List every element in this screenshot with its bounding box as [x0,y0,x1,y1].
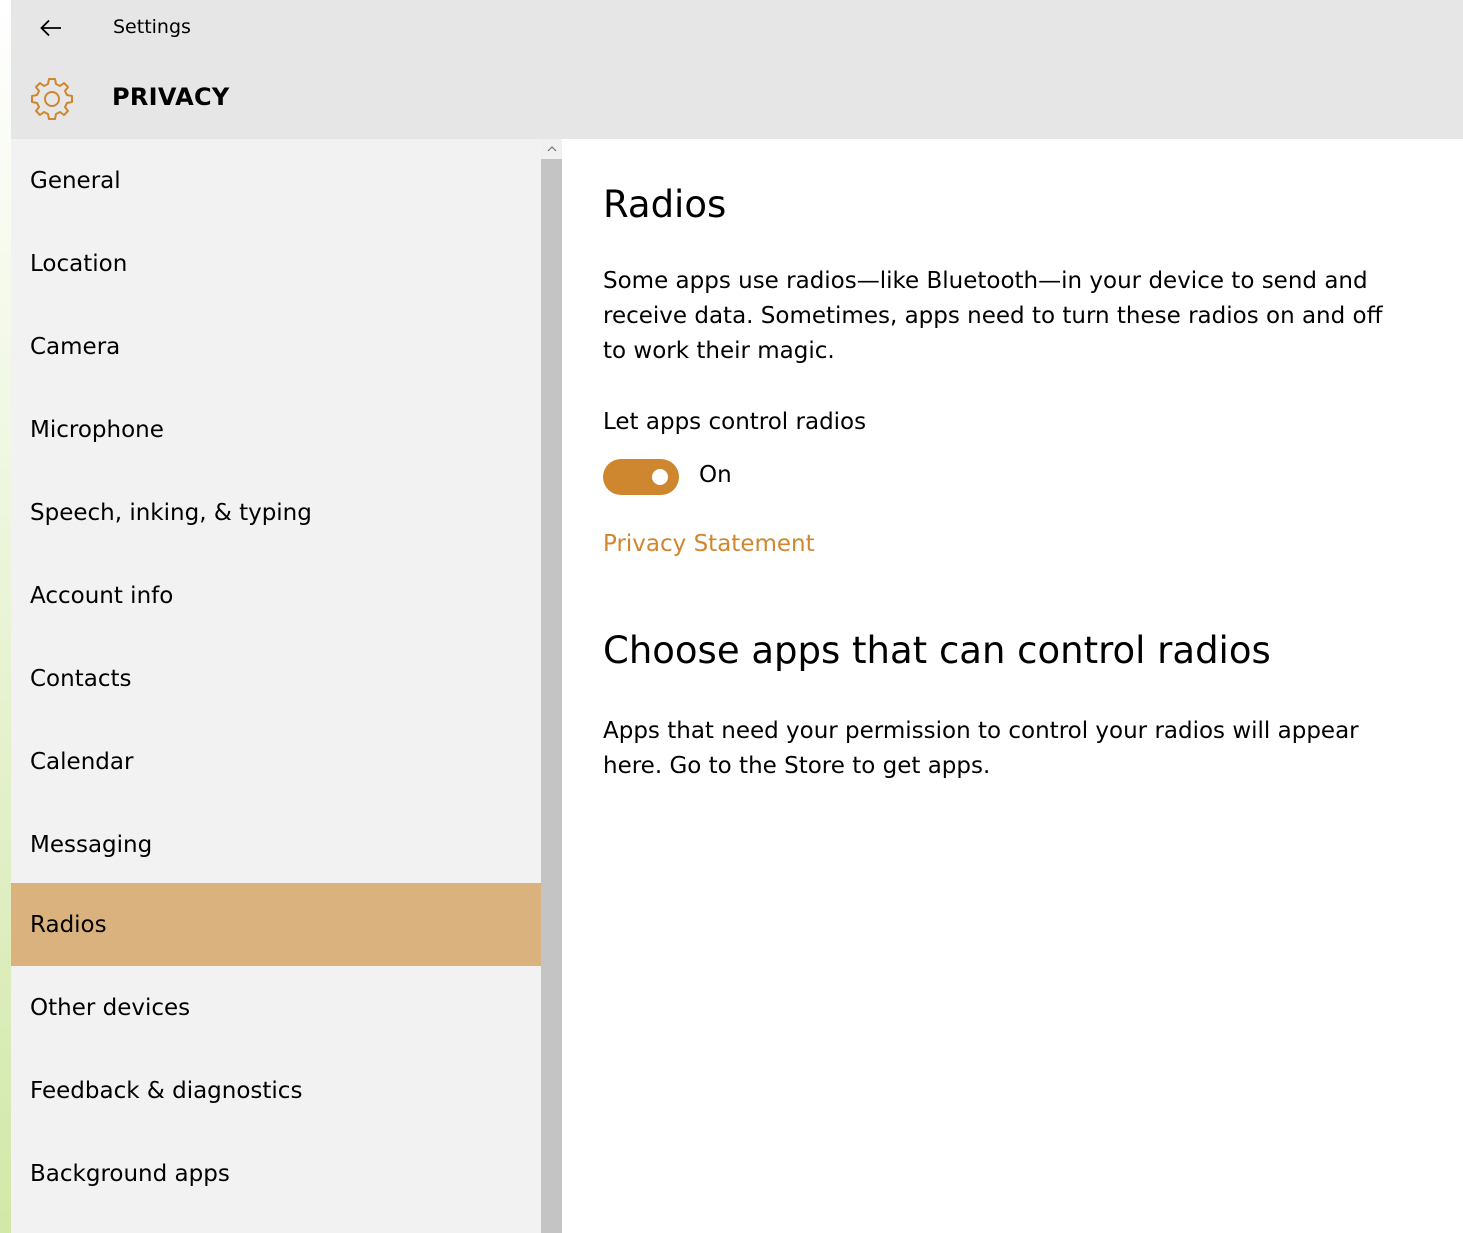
sidebar-item-radios[interactable]: Radios [11,883,541,966]
sidebar-item-general[interactable]: General [11,139,541,222]
sidebar-item-contacts[interactable]: Contacts [11,637,541,720]
sidebar-item-background-apps[interactable]: Background apps [11,1132,541,1215]
desktop-edge [0,0,11,1233]
sidebar-item-account-info[interactable]: Account info [11,554,541,637]
sidebar: General Location Camera Microphone Speec… [11,139,541,1233]
back-arrow-icon [40,19,61,37]
section-title: PRIVACY [112,83,230,111]
toggle-label: Let apps control radios [603,409,867,435]
app-title: Settings [113,16,191,38]
scroll-thumb[interactable] [541,159,562,1233]
radios-toggle[interactable] [603,459,679,495]
chevron-up-icon [547,146,556,152]
sidebar-scrollbar[interactable] [541,139,562,1233]
sidebar-item-camera[interactable]: Camera [11,305,541,388]
title-bar: Settings PRIVACY [11,0,1463,139]
toggle-state-label: On [699,462,732,488]
settings-window: Settings PRIVACY General Location Camera… [11,0,1463,1233]
section2-description: Apps that need your permission to contro… [603,718,1359,779]
sidebar-item-messaging[interactable]: Messaging [11,803,541,886]
scroll-up-button[interactable] [541,139,562,159]
gear-icon [31,78,73,120]
back-button[interactable] [29,10,73,46]
sidebar-item-microphone[interactable]: Microphone [11,388,541,471]
sidebar-item-other-devices[interactable]: Other devices [11,966,541,1049]
sidebar-item-feedback[interactable]: Feedback & diagnostics [11,1049,541,1132]
sidebar-item-calendar[interactable]: Calendar [11,720,541,803]
page-title: Radios [603,183,727,226]
page-description: Some apps use radios—like Bluetooth—in y… [603,268,1383,364]
sidebar-item-location[interactable]: Location [11,222,541,305]
toggle-knob [652,469,668,485]
section2-title: Choose apps that can control radios [603,629,1271,672]
privacy-statement-link[interactable]: Privacy Statement [603,531,815,557]
sidebar-item-speech[interactable]: Speech, inking, & typing [11,471,541,554]
